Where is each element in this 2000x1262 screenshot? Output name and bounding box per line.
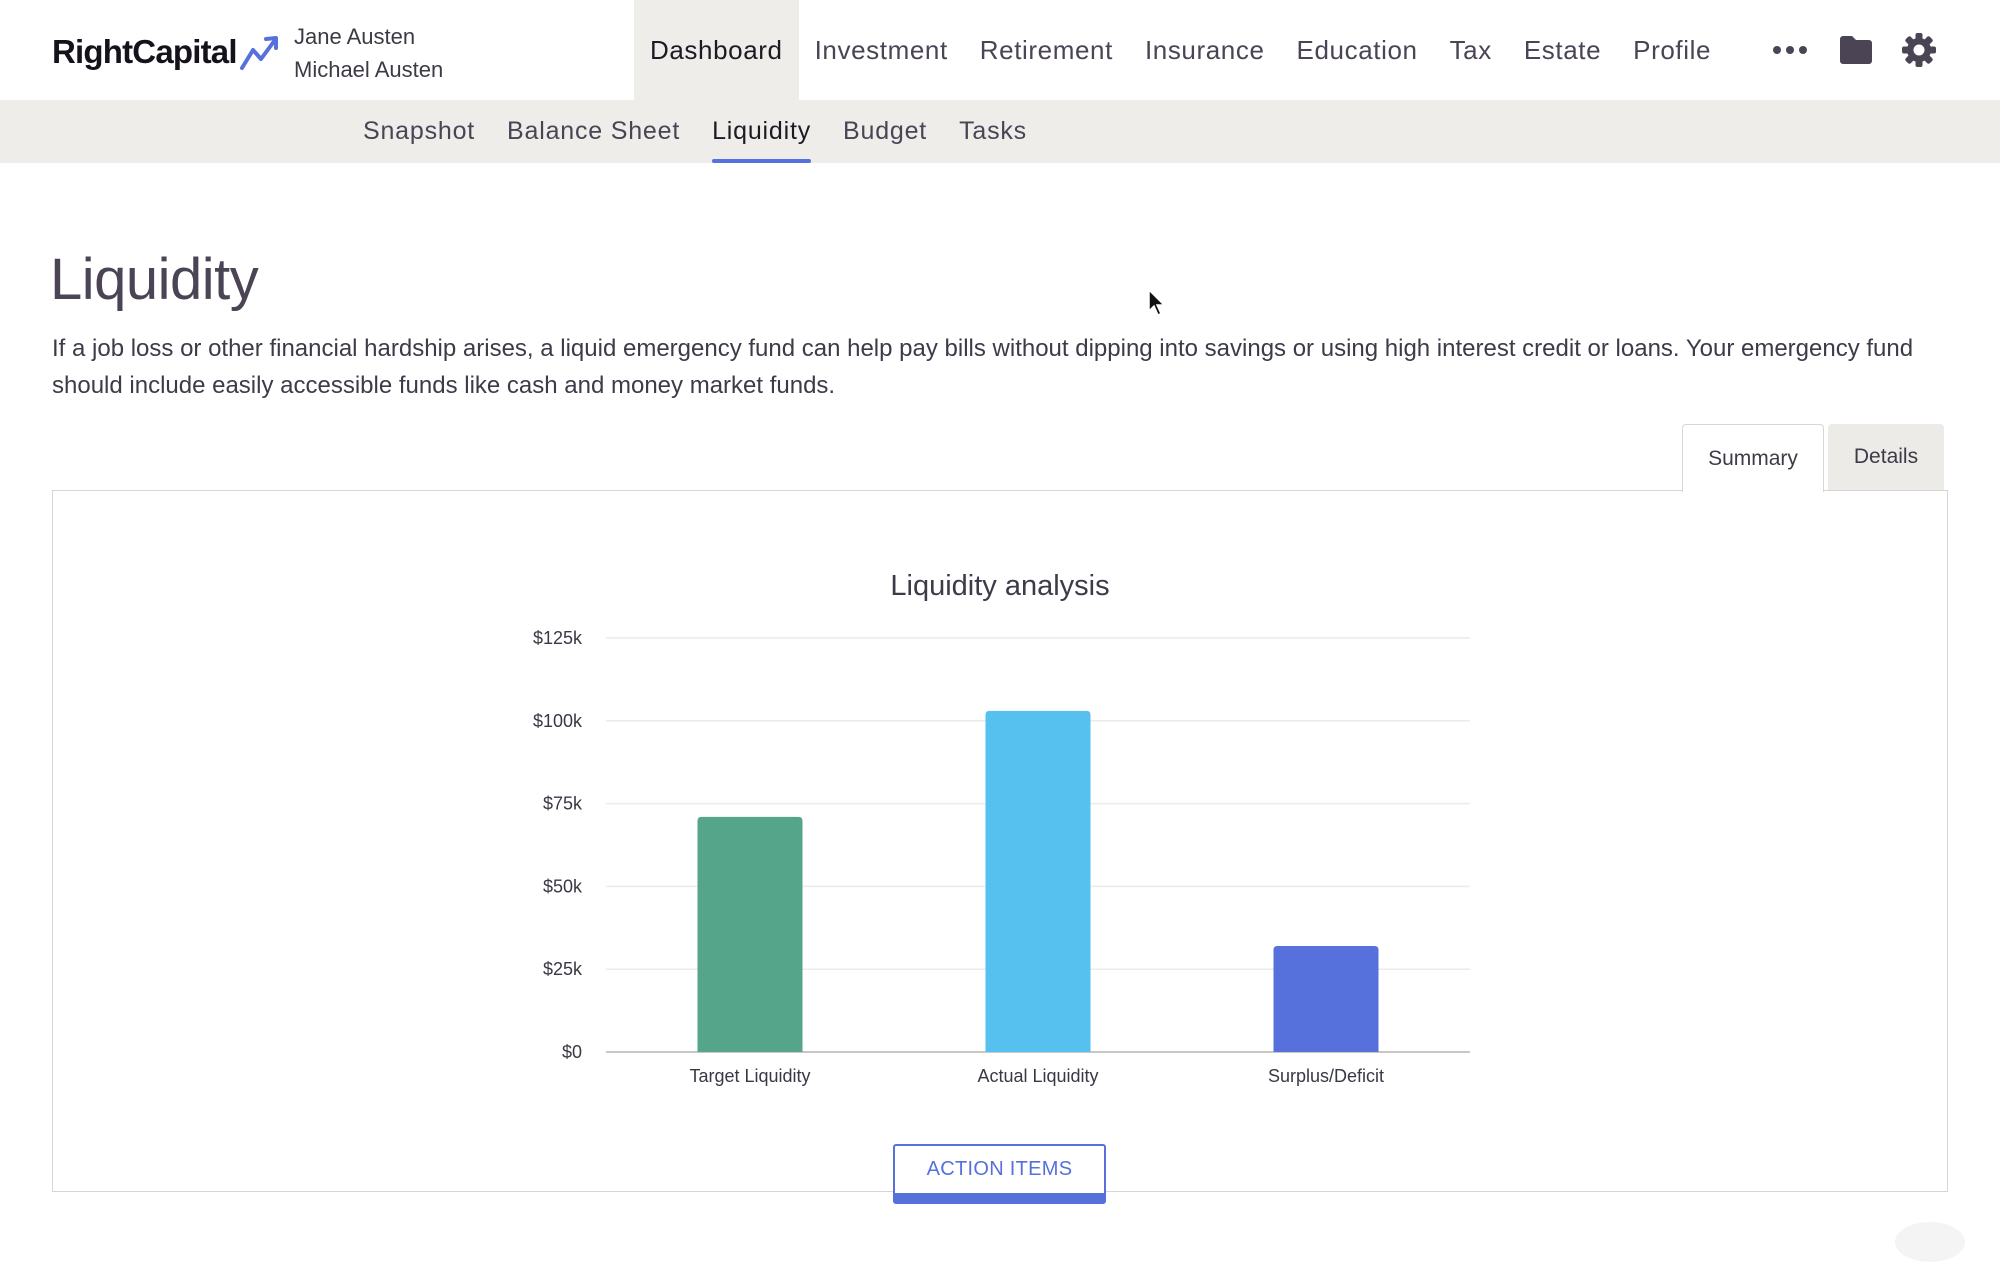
tab-summary[interactable]: Summary <box>1682 424 1824 492</box>
y-tick-label: $0 <box>562 1042 582 1062</box>
y-tick-label: $100k <box>533 711 583 731</box>
bar <box>1273 946 1379 1052</box>
bar <box>985 710 1091 1052</box>
bar <box>697 816 803 1052</box>
y-tick-label: $125k <box>533 628 583 648</box>
y-tick-label: $50k <box>543 876 583 896</box>
y-tick-label: $25k <box>543 959 583 979</box>
liquidity-bar-chart: $0 $25k $50k $75k $100k $125k Target Liquidity… <box>533 628 1470 1086</box>
action-items-button[interactable]: ACTION ITEMS <box>893 1144 1106 1204</box>
x-tick-label: Target Liquidity <box>689 1066 810 1086</box>
x-tick-label: Actual Liquidity <box>977 1066 1098 1086</box>
help-bubble <box>1895 1222 1965 1262</box>
y-tick-label: $75k <box>543 794 583 814</box>
x-tick-label: Surplus/Deficit <box>1268 1066 1384 1086</box>
mouse-cursor-icon <box>1148 288 1166 317</box>
